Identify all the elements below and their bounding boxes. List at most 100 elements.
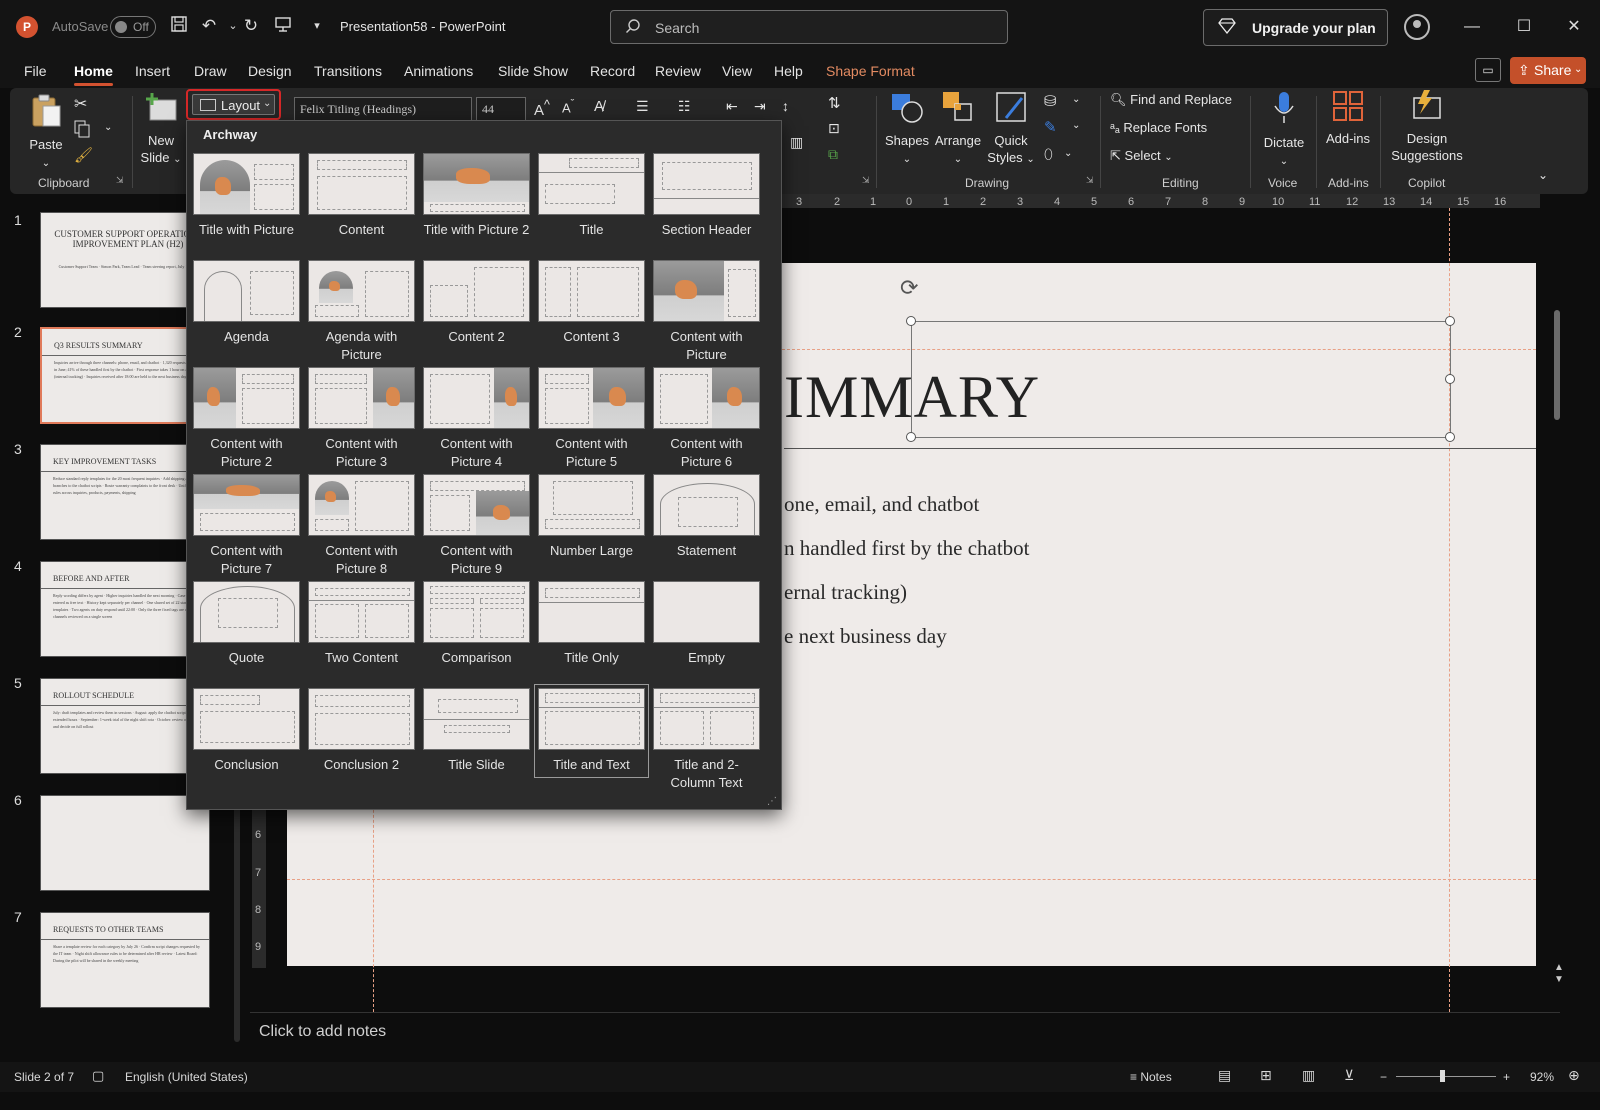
layout-conclusion-2[interactable]: Conclusion 2 <box>308 688 415 774</box>
font-name-field[interactable]: Felix Titling (Headings) <box>294 97 472 121</box>
format-painter-icon[interactable]: 🖌 <box>74 146 93 164</box>
addins-button[interactable]: Add-ins <box>1322 90 1374 147</box>
text-direction-icon[interactable]: ⇅ <box>828 94 841 112</box>
layout-content-with-picture-8[interactable]: Content with Picture 8 <box>308 474 415 578</box>
zoom-in-icon[interactable]: + <box>1503 1070 1510 1084</box>
shape-effects-icon[interactable]: ⬯ <box>1044 146 1053 163</box>
layout-title-only[interactable]: Title Only <box>538 581 645 667</box>
layout-agenda[interactable]: Agenda <box>193 260 300 346</box>
layout-two-content[interactable]: Two Content <box>308 581 415 667</box>
maximize-icon[interactable]: ☐ <box>1512 15 1536 39</box>
tab-slide-show[interactable]: Slide Show <box>498 63 568 79</box>
rotate-handle-icon[interactable]: ⟳ <box>900 275 918 301</box>
search-box[interactable]: Search <box>610 10 1008 44</box>
layout-content-with-picture-3[interactable]: Content with Picture 3 <box>308 367 415 471</box>
upgrade-plan-button[interactable]: Upgrade your plan <box>1203 9 1388 46</box>
quick-styles-button[interactable]: Quick Styles ⌄ <box>986 90 1036 168</box>
font-size-field[interactable]: 44 <box>476 97 526 121</box>
layout-empty[interactable]: Empty <box>653 581 760 667</box>
comments-icon[interactable]: ▭ <box>1475 58 1501 82</box>
slideshow-view-icon[interactable]: ⊻ <box>1344 1067 1354 1084</box>
paragraph-launcher-icon[interactable]: ⇲ <box>862 175 870 186</box>
tab-animations[interactable]: Animations <box>404 63 473 79</box>
layout-content-with-picture-6[interactable]: Content with Picture 6 <box>653 367 760 471</box>
tab-view[interactable]: View <box>722 63 752 79</box>
tab-transitions[interactable]: Transitions <box>314 63 382 79</box>
cut-icon[interactable]: ✂ <box>74 94 87 114</box>
body-bullet[interactable]: n handled first by the chatbot <box>784 536 1030 561</box>
tab-insert[interactable]: Insert <box>135 63 170 79</box>
editor-scrollbar[interactable] <box>1553 200 1563 980</box>
share-button[interactable]: ⇪ Share ⌄ <box>1510 57 1586 84</box>
replace-fonts-button[interactable]: ᵃₐ Replace Fonts <box>1110 120 1207 135</box>
zoom-level[interactable]: 92% <box>1530 1070 1554 1084</box>
layout-content-with-picture[interactable]: Content with Picture <box>653 260 760 364</box>
resize-handle[interactable] <box>906 316 916 326</box>
shape-outline-icon[interactable]: ✎ <box>1044 118 1057 136</box>
dictate-button[interactable]: Dictate ⌄ <box>1256 90 1312 170</box>
clear-formatting-icon[interactable]: A̸ <box>594 98 604 115</box>
drawing-launcher-icon[interactable]: ⇲ <box>1086 175 1094 186</box>
bullets-icon[interactable]: ☰ <box>636 98 649 115</box>
resize-handle[interactable] <box>1445 432 1455 442</box>
find-replace-button[interactable]: 🔍︎ Find and Replace <box>1110 92 1232 108</box>
slide-thumbnail-5[interactable]: ROLLOUT SCHEDULE July: draft templates a… <box>40 678 210 774</box>
slide-thumbnail-7[interactable]: REQUESTS TO OTHER TEAMS Share a template… <box>40 912 210 1008</box>
numbering-icon[interactable]: ☷ <box>678 98 691 115</box>
increase-indent-icon[interactable]: ⇥ <box>754 98 766 115</box>
reading-view-icon[interactable]: ▥ <box>1302 1067 1315 1084</box>
title-selection-box[interactable] <box>911 321 1451 438</box>
tab-draw[interactable]: Draw <box>194 63 227 79</box>
normal-view-icon[interactable]: ▤ <box>1218 1067 1231 1084</box>
layout-statement[interactable]: Statement <box>653 474 760 560</box>
layout-title-and-text[interactable]: Title and Text <box>534 684 649 778</box>
smartart-icon[interactable]: ⧉ <box>828 146 838 163</box>
arrange-button[interactable]: Arrange ⌄ <box>932 90 984 168</box>
resize-handle[interactable] <box>906 432 916 442</box>
copy-icon[interactable] <box>74 120 90 141</box>
increase-font-icon[interactable]: A^ <box>534 98 550 119</box>
shape-effects-chevron-icon[interactable]: ⌄ <box>1064 148 1072 159</box>
decrease-indent-icon[interactable]: ⇤ <box>726 98 738 115</box>
accessibility-icon[interactable]: ▢ <box>92 1068 104 1084</box>
minimize-icon[interactable]: — <box>1460 15 1484 39</box>
present-icon[interactable] <box>272 15 294 37</box>
shape-fill-icon[interactable]: ⛁ <box>1044 92 1057 110</box>
slide-thumbnail-6[interactable] <box>40 795 210 891</box>
customize-qat-icon[interactable]: ▾ <box>306 15 328 37</box>
layout-number-large[interactable]: Number Large <box>538 474 645 560</box>
layout-title-and-2-column-text[interactable]: Title and 2-Column Text <box>653 688 760 792</box>
layout-content[interactable]: Content <box>308 153 415 239</box>
resize-handle[interactable] <box>1445 316 1455 326</box>
tab-home[interactable]: Home <box>74 63 113 86</box>
layout-content-2[interactable]: Content 2 <box>423 260 530 346</box>
body-bullet[interactable]: one, email, and chatbot <box>784 492 979 517</box>
layout-title-slide[interactable]: Title Slide <box>423 688 530 774</box>
align-text-icon[interactable]: ⊡ <box>828 120 840 137</box>
layout-comparison[interactable]: Comparison <box>423 581 530 667</box>
decrease-font-icon[interactable]: Aˇ <box>562 98 574 115</box>
copy-chevron-icon[interactable]: ⌄ <box>104 122 112 133</box>
layout-content-with-picture-7[interactable]: Content with Picture 7 <box>193 474 300 578</box>
layout-title[interactable]: Title <box>538 153 645 239</box>
undo-icon[interactable]: ↶ <box>198 15 220 37</box>
layout-button[interactable]: Layout ⌄ <box>186 89 281 120</box>
redo-icon[interactable]: ↻ <box>240 15 262 37</box>
zoom-slider[interactable] <box>1396 1076 1496 1077</box>
slide-thumbnail-4[interactable]: BEFORE AND AFTER Reply wording differs b… <box>40 561 210 657</box>
layout-content-with-picture-9[interactable]: Content with Picture 9 <box>423 474 530 578</box>
notes-toggle[interactable]: ≡ Notes <box>1130 1070 1172 1084</box>
account-avatar[interactable] <box>1404 14 1430 40</box>
tab-file[interactable]: File <box>24 63 47 79</box>
resize-grip-icon[interactable]: ⋰ <box>767 796 777 807</box>
shapes-button[interactable]: Shapes ⌄ <box>882 90 932 168</box>
layout-content-with-picture-2[interactable]: Content with Picture 2 <box>193 367 300 471</box>
line-spacing-icon[interactable]: ↕ <box>782 98 789 114</box>
fit-to-window-icon[interactable]: ⊕ <box>1568 1067 1580 1084</box>
scrollbar-thumb[interactable] <box>1554 310 1560 420</box>
design-suggestions-button[interactable]: Design Suggestions <box>1386 90 1468 164</box>
paste-button[interactable]: Paste ⌄ <box>24 92 68 172</box>
close-icon[interactable]: ✕ <box>1562 15 1586 39</box>
slide-thumbnail-2[interactable]: Q3 RESULTS SUMMARY Inquiries arrive thro… <box>40 327 210 424</box>
layout-conclusion[interactable]: Conclusion <box>193 688 300 774</box>
